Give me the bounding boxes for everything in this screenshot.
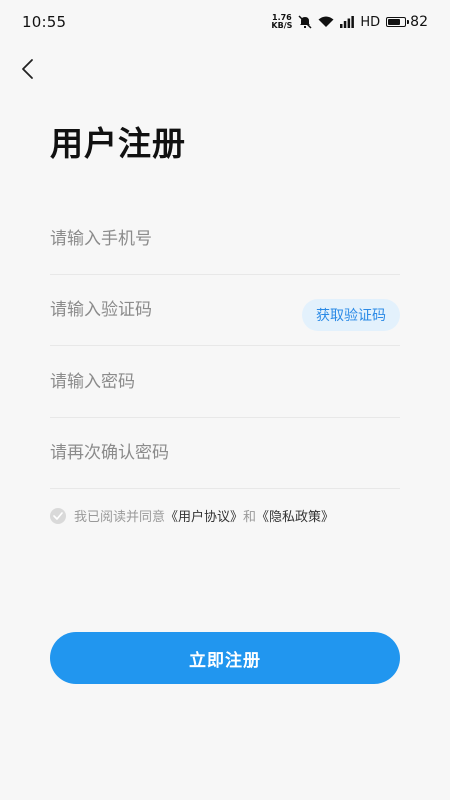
code-field[interactable]: 获取验证码	[50, 274, 400, 346]
agreement-checkbox[interactable]	[50, 507, 66, 524]
chevron-left-icon	[22, 59, 33, 79]
battery-icon	[386, 17, 410, 27]
register-button[interactable]: 立即注册	[50, 632, 400, 684]
agreement-prefix: 我已阅读并同意	[74, 510, 166, 525]
check-icon	[53, 511, 63, 520]
get-code-button[interactable]: 获取验证码	[302, 299, 400, 331]
confirm-password-field[interactable]	[50, 417, 400, 489]
back-button[interactable]	[12, 55, 42, 83]
status-time: 10:55	[22, 13, 67, 31]
password-input[interactable]	[50, 371, 400, 392]
mute-icon	[298, 15, 312, 29]
battery-fill	[388, 19, 401, 25]
wifi-icon	[318, 16, 334, 28]
battery-indicator: 82	[386, 14, 428, 30]
verification-code-input[interactable]	[50, 299, 290, 320]
confirm-password-input[interactable]	[50, 442, 400, 463]
privacy-policy-link[interactable]: 《隐私政策》	[256, 506, 334, 525]
signal-icon	[340, 16, 355, 28]
agreement-row: 我已阅读并同意 《用户协议》 和 《隐私政策》	[50, 506, 334, 525]
network-speed: 1.76 KB/S	[271, 14, 292, 30]
phone-field[interactable]	[50, 203, 400, 275]
network-speed-unit: KB/S	[271, 21, 293, 30]
page-title: 用户注册	[50, 124, 186, 163]
status-bar: 10:55 1.76 KB/S HD 82	[0, 0, 450, 44]
network-type: HD	[360, 14, 381, 30]
password-field[interactable]	[50, 346, 400, 418]
status-icons: 1.76 KB/S HD 82	[271, 14, 428, 31]
battery-level: 82	[410, 14, 428, 30]
phone-input[interactable]	[50, 228, 400, 249]
agreement-conjunction: 和	[243, 510, 257, 525]
user-agreement-link[interactable]: 《用户协议》	[165, 506, 243, 525]
